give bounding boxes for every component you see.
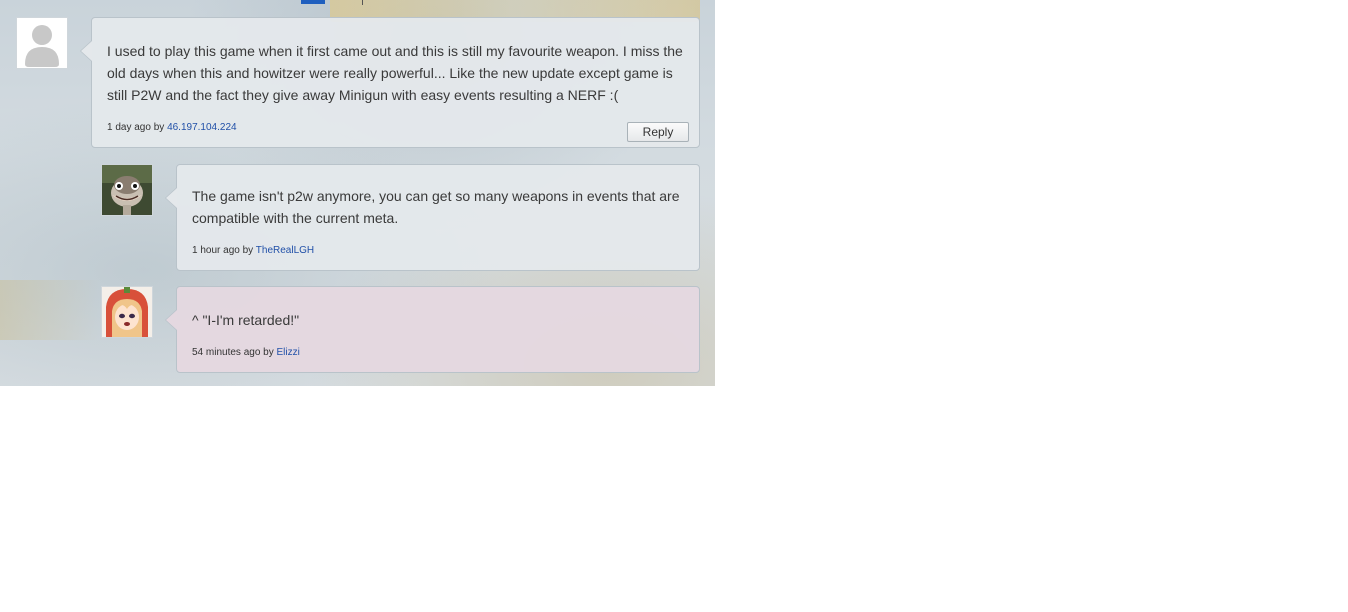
comment-timestamp: 54 minutes ago — [192, 347, 261, 358]
comment-timestamp: 1 hour ago — [192, 245, 240, 256]
bubble-pointer — [80, 40, 92, 62]
ostrich-icon — [102, 165, 152, 215]
comment-by-label: by — [242, 245, 254, 256]
comment-card: I used to play this game when it first c… — [80, 17, 700, 148]
comment-text: ^ "I-I'm retarded!" — [192, 312, 300, 328]
comment-card-highlighted: ^ "I-I'm retarded!" 54 minutes ago by El… — [165, 286, 700, 373]
comment-meta: 54 minutes ago by Elizzi — [192, 347, 300, 358]
comment-card: The game isn't p2w anymore, you can get … — [165, 164, 700, 271]
avatar[interactable] — [16, 17, 68, 69]
anime-girl-icon — [102, 287, 152, 337]
comment-meta: 1 hour ago by TheRealLGH — [192, 245, 314, 256]
comment-timestamp: 1 day ago — [107, 122, 151, 133]
background-divider — [362, 0, 363, 5]
default-user-icon — [17, 18, 67, 68]
comment-by-label: by — [153, 122, 165, 133]
reply-button[interactable]: Reply — [627, 122, 689, 142]
avatar[interactable] — [101, 286, 153, 338]
comment-by-label: by — [263, 347, 274, 358]
comment-text: The game isn't p2w anymore, you can get … — [192, 188, 680, 226]
avatar[interactable] — [101, 164, 153, 216]
background-blue-mark — [301, 0, 325, 4]
bubble-pointer — [165, 187, 177, 209]
comment-meta: 1 day ago by 46.197.104.224 — [107, 122, 237, 133]
comment-author-link[interactable]: 46.197.104.224 — [167, 122, 237, 133]
comment-author-link[interactable]: Elizzi — [277, 347, 300, 358]
comment-text: I used to play this game when it first c… — [107, 43, 683, 103]
bubble-pointer — [165, 309, 177, 331]
background-art-strip — [0, 280, 100, 340]
comment-author-link[interactable]: TheRealLGH — [256, 245, 314, 256]
